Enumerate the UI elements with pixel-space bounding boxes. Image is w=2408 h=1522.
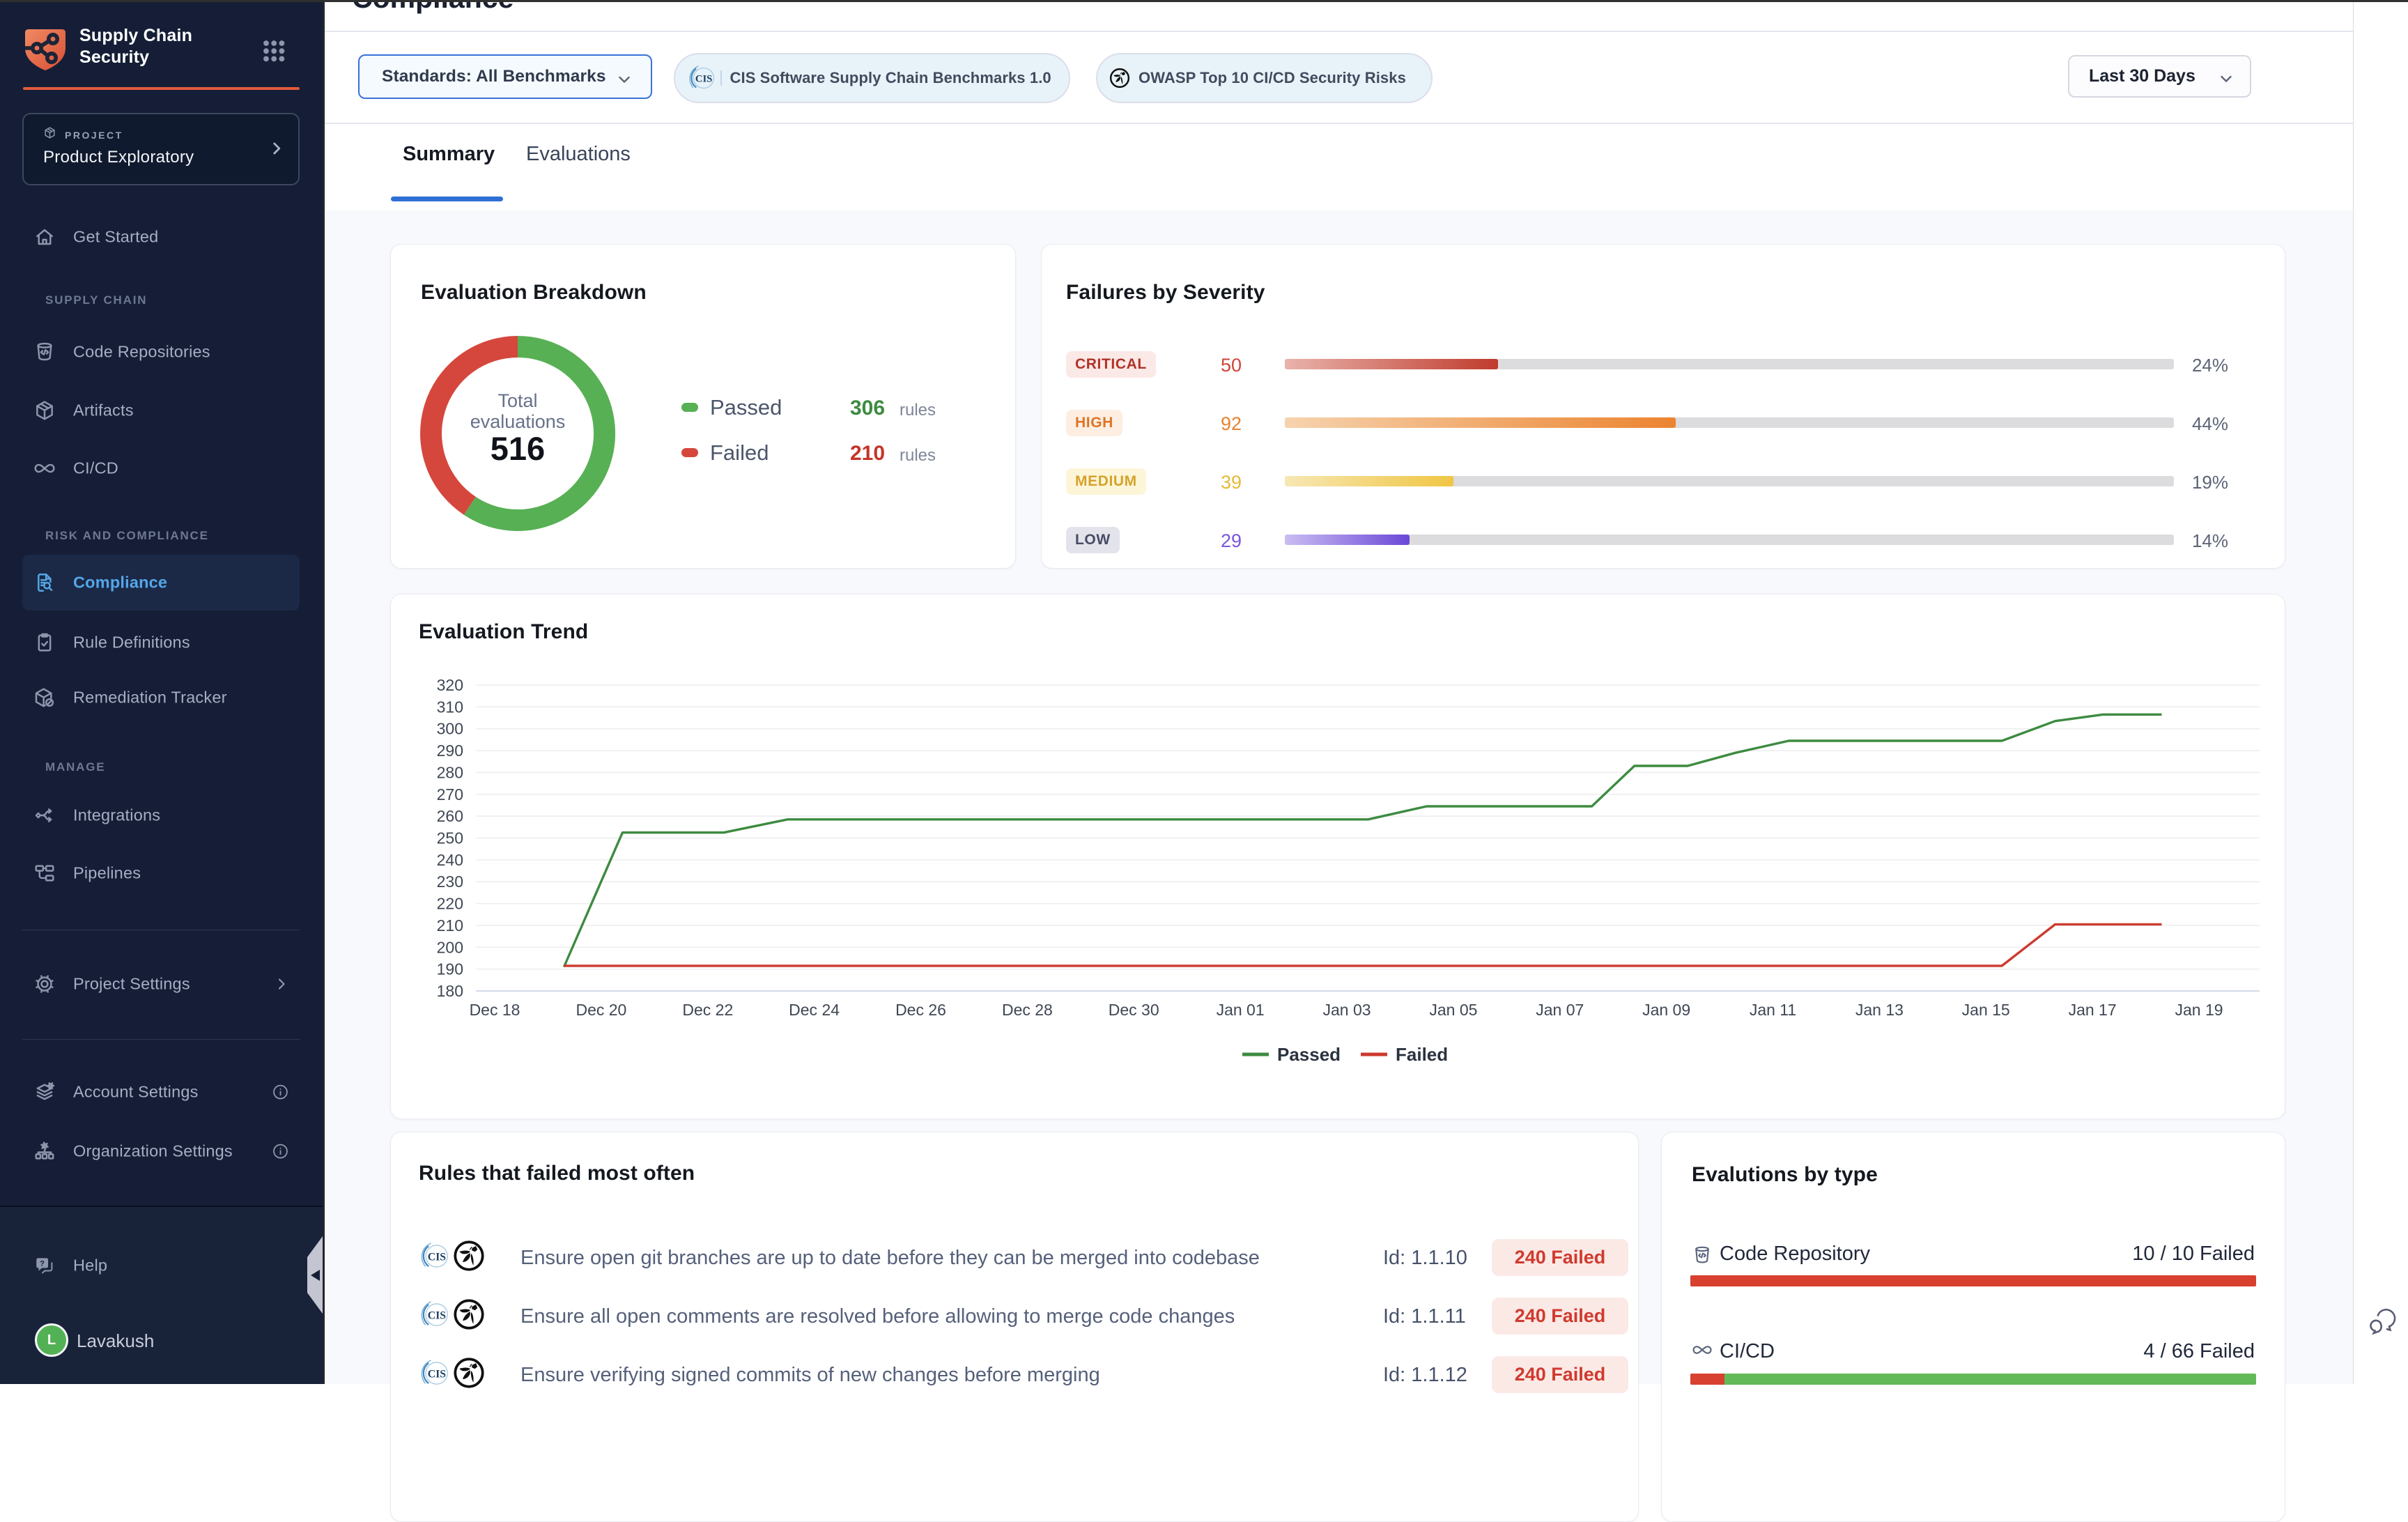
svg-text:210: 210 — [437, 916, 463, 935]
svg-text:CIS: CIS — [428, 1309, 447, 1321]
svg-text:Jan 15: Jan 15 — [1962, 1001, 2010, 1019]
svg-text:220: 220 — [437, 895, 463, 913]
svg-text:180: 180 — [437, 982, 463, 1000]
svg-text:270: 270 — [437, 785, 463, 804]
svg-text:240: 240 — [437, 851, 463, 869]
svg-text:320: 320 — [437, 676, 463, 694]
svg-text:CIS: CIS — [428, 1368, 447, 1380]
svg-text:Dec 22: Dec 22 — [682, 1001, 733, 1019]
svg-text:290: 290 — [437, 741, 463, 760]
svg-text:?: ? — [40, 1260, 45, 1268]
svg-text:Jan 05: Jan 05 — [1429, 1001, 1477, 1019]
svg-text:Jan 07: Jan 07 — [1536, 1001, 1584, 1019]
svg-text:Jan 11: Jan 11 — [1750, 1001, 1796, 1019]
svg-text:Jan 01: Jan 01 — [1217, 1001, 1265, 1019]
svg-text:Dec 18: Dec 18 — [470, 1001, 520, 1019]
svg-text:Jan 09: Jan 09 — [1642, 1001, 1690, 1019]
svg-text:Dec 20: Dec 20 — [576, 1001, 626, 1019]
svg-text:Dec 30: Dec 30 — [1109, 1001, 1159, 1019]
svg-text:260: 260 — [437, 807, 463, 825]
svg-text:CIS: CIS — [428, 1251, 447, 1263]
svg-text:190: 190 — [437, 960, 463, 978]
svg-text:Dec 24: Dec 24 — [789, 1001, 840, 1019]
svg-text:250: 250 — [437, 829, 463, 847]
svg-text:280: 280 — [437, 763, 463, 781]
svg-text:Failed: Failed — [1396, 1044, 1448, 1065]
svg-text:Jan 13: Jan 13 — [1855, 1001, 1904, 1019]
svg-text:Dec 26: Dec 26 — [895, 1001, 946, 1019]
svg-text:Jan 19: Jan 19 — [2175, 1001, 2223, 1019]
svg-text:300: 300 — [437, 720, 463, 738]
svg-text:CIS: CIS — [695, 73, 713, 84]
svg-text:Jan 17: Jan 17 — [2069, 1001, 2117, 1019]
svg-text:Jan 03: Jan 03 — [1322, 1001, 1371, 1019]
svg-text:230: 230 — [437, 873, 463, 891]
svg-text:Passed: Passed — [1277, 1044, 1341, 1065]
svg-text:Dec 28: Dec 28 — [1002, 1001, 1053, 1019]
svg-text:310: 310 — [437, 698, 463, 716]
svg-text:200: 200 — [437, 938, 463, 956]
